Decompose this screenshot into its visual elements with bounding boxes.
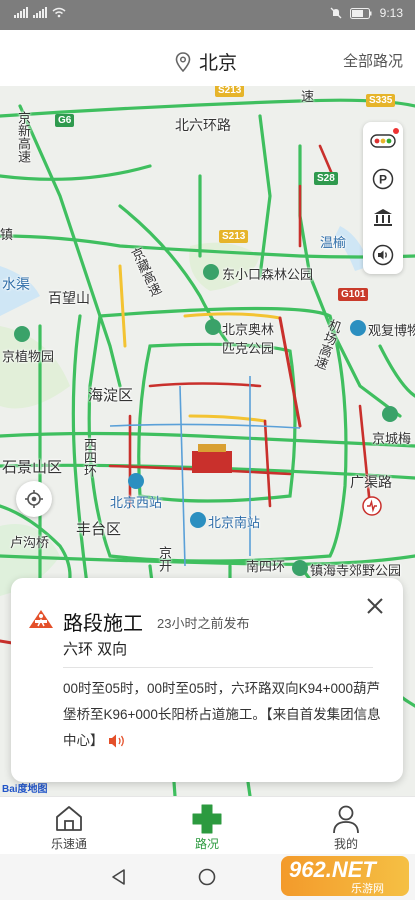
signal-indicators (14, 7, 66, 18)
bottom-nav: 乐速通 路况 我的 (0, 796, 415, 854)
status-right: 9:13 (330, 6, 403, 20)
map-label-dongxiao: 东小口森林公园 (222, 267, 314, 282)
tab-road-conditions-label: 路况 (194, 837, 219, 851)
svg-text:P: P (379, 173, 387, 187)
map-label-fengtai: 丰台区 (76, 521, 122, 538)
locate-me-button[interactable] (16, 481, 52, 517)
map-label-su: 速 (301, 89, 315, 104)
map-label-zhen: 镇 (0, 227, 14, 242)
map-label-olympic: 北京奥林 (222, 322, 275, 337)
signal-icon (14, 7, 28, 18)
city-selector[interactable]: 北京 (175, 48, 237, 75)
map-label-shui: 水渠 (2, 276, 30, 292)
incident-card: 路段施工 23小时之前发布 六环 双向 00时至05时，00时至05时，六环路双… (11, 578, 403, 782)
map-label-jingkai: 京开 (157, 546, 172, 572)
home-icon (56, 806, 82, 831)
map-label-lugou: 卢沟桥 (10, 535, 50, 550)
map-label-xisihuan: 西四环 (82, 438, 97, 477)
map-label-north-ring: 北六环路 (175, 117, 231, 133)
map-label-jingcheng: 京城梅 (372, 431, 412, 446)
map-label-wenyu: 温榆 (320, 235, 347, 250)
road-shield-g6: G6 (55, 114, 75, 127)
map-label-west-station: 北京西站 (110, 495, 163, 510)
status-time: 9:13 (379, 6, 403, 20)
station-icon-2 (190, 512, 206, 528)
toll-station-button[interactable] (363, 198, 403, 236)
incident-marker-icon[interactable] (362, 496, 382, 516)
road-shield-g101: G101 (338, 288, 369, 301)
baidu-logo: Bai度地图 (2, 784, 48, 795)
museum-poi-icon (350, 320, 366, 336)
road-shield-s28: S28 (314, 172, 338, 185)
station-icon (128, 473, 144, 489)
tab-lesutong-label: 乐速通 (50, 837, 87, 851)
toll-gate-icon (374, 209, 392, 226)
voice-broadcast-button[interactable] (363, 236, 403, 274)
map-label-guanfu: 观复博物 (368, 323, 415, 338)
crosshair-icon (25, 490, 43, 508)
city-name: 北京 (199, 53, 238, 74)
incident-description: 00时至05时，00时至05时，六环路双向K94+000葫芦堡桥至K96+000… (63, 676, 388, 754)
watermark-sub: 乐游网 (351, 883, 384, 895)
speaker-icon (372, 244, 394, 266)
home-circle-icon[interactable] (198, 868, 216, 886)
road-cross-icon (192, 804, 222, 834)
traffic-light-icon (370, 134, 396, 148)
park-poi-icon-4 (292, 560, 308, 576)
construction-icon (29, 610, 53, 628)
garden-poi-icon (14, 326, 30, 342)
all-roads-link[interactable]: 全部路况 (343, 50, 403, 71)
watermark-logo: 962.NET 乐游网 (281, 856, 409, 896)
road-shield-s335: S335 (366, 94, 396, 107)
road-shield-s213-top: S213 (215, 86, 245, 97)
back-icon[interactable] (110, 868, 128, 886)
battery-icon (349, 7, 372, 19)
road-shield-s213: S213 (219, 230, 249, 243)
tab-mine-label: 我的 (333, 837, 358, 851)
top-bar: 北京 全部路况 (0, 30, 415, 86)
map-label-jingxin: 京新高速 (16, 111, 31, 163)
map-label-nansihuan: 南四环 (246, 559, 286, 574)
map-label-south-station: 北京南站 (208, 515, 261, 530)
card-divider (63, 667, 373, 668)
map-label-botanical: 京植物园 (2, 349, 55, 364)
app-screen: 9:13 北京 全部路况 G6 S213 S335 S28 S213 G101 … (0, 0, 415, 900)
tab-road-conditions[interactable]: 路况 (157, 797, 257, 855)
map-tool-panel: P (363, 122, 403, 274)
status-bar: 9:13 (0, 0, 415, 30)
incident-time: 23小时之前发布 (157, 616, 250, 631)
map-label-olympic-park: 匹克公园 (222, 341, 275, 356)
parking-icon: P (372, 168, 394, 190)
incident-title: 路段施工 (63, 613, 143, 635)
play-audio-icon[interactable] (108, 733, 128, 749)
location-pin-icon (175, 51, 191, 72)
tab-mine[interactable]: 我的 (296, 797, 396, 855)
park-poi-icon (203, 264, 219, 280)
signal-icon-2 (33, 7, 47, 18)
wifi-icon (52, 7, 66, 18)
map-label-haidian: 海淀区 (88, 387, 134, 404)
incident-road: 六环 双向 (63, 641, 128, 658)
traffic-light-button[interactable] (363, 122, 403, 160)
map-label-zhenhai: 镇海寺郊野公园 (310, 563, 402, 578)
map-label-baiwang: 百望山 (48, 290, 90, 306)
close-icon[interactable] (363, 594, 387, 618)
mute-icon (330, 7, 342, 19)
park-poi-icon-3 (382, 406, 398, 422)
parking-button[interactable]: P (363, 160, 403, 198)
user-icon (333, 805, 359, 834)
tab-lesutong[interactable]: 乐速通 (19, 797, 119, 855)
map-label-shijingshan: 石景山区 (2, 459, 63, 476)
map-label-guangqu: 广渠路 (350, 474, 392, 490)
park-poi-icon-2 (205, 319, 221, 335)
